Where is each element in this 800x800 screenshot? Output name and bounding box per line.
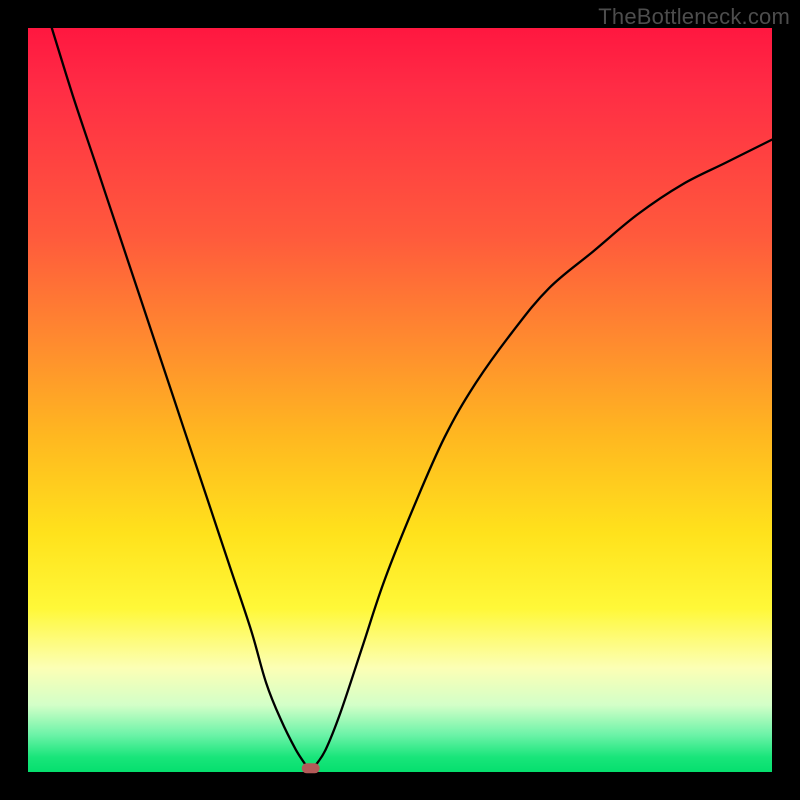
optimum-marker [302, 763, 320, 773]
chart-frame: TheBottleneck.com [0, 0, 800, 800]
bottleneck-curve [28, 28, 772, 772]
curve-right-branch [314, 140, 772, 767]
plot-area [28, 28, 772, 772]
watermark-text: TheBottleneck.com [598, 4, 790, 30]
curve-left-branch [52, 28, 307, 767]
